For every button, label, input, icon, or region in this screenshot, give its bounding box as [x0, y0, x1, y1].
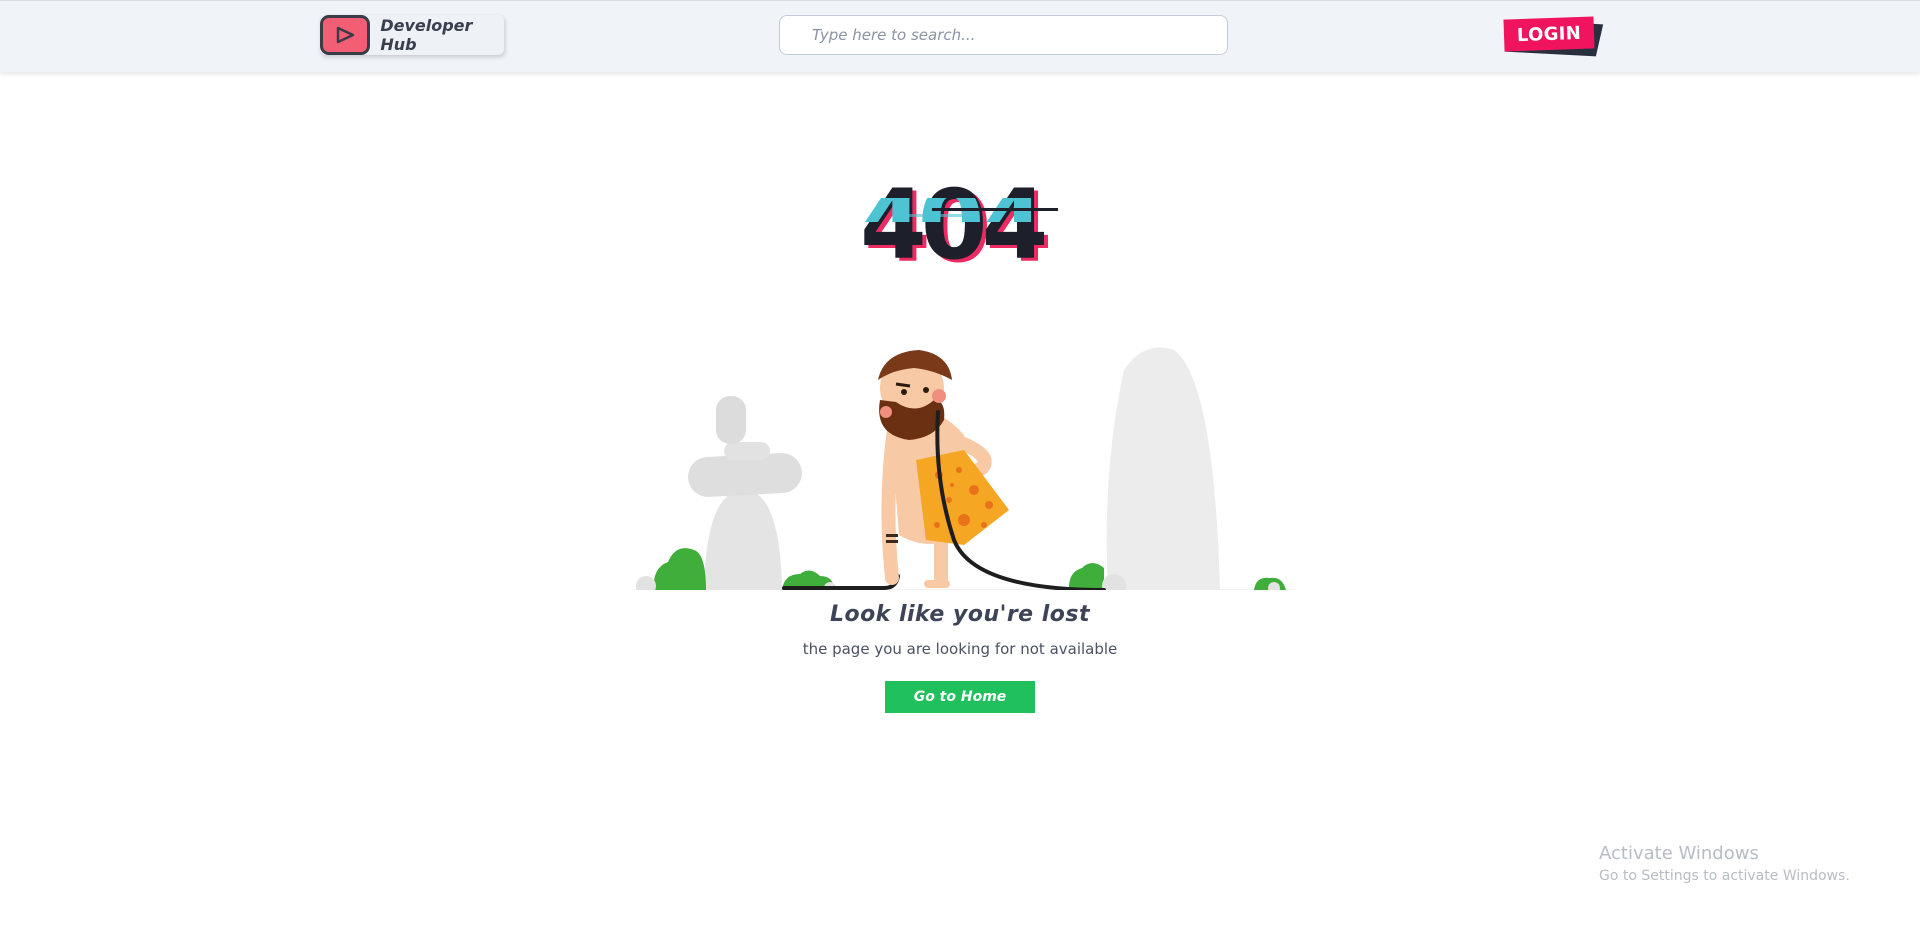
caveman-illustration [634, 347, 1294, 590]
glitch-bar [932, 208, 1058, 211]
glitch-bar [908, 214, 978, 217]
go-home-button[interactable]: Go to Home [885, 681, 1035, 713]
brand-logo-link[interactable]: Developer Hub [320, 15, 504, 55]
brand-name: Developer Hub [380, 16, 473, 54]
error-code-text: 404 [860, 169, 1048, 281]
top-navbar: Developer Hub LOGIN [0, 0, 1920, 72]
error-subtitle: the page you are looking for not availab… [802, 640, 1118, 658]
error-title: Look like you're lost [829, 602, 1091, 627]
windows-activation-title: Activate Windows [1599, 843, 1759, 864]
search-input[interactable] [779, 15, 1228, 55]
login-button[interactable]: LOGIN [1503, 16, 1604, 57]
play-icon [320, 15, 371, 55]
stacked-rocks [688, 396, 802, 590]
bush [1254, 577, 1286, 590]
bush [636, 548, 706, 590]
windows-activation-subtitle: Go to Settings to activate Windows. [1599, 868, 1850, 884]
login-button-label: LOGIN [1503, 16, 1595, 52]
tall-rock [1106, 347, 1220, 590]
caveman-figure [878, 350, 1009, 588]
error-code: 404 404 404 [857, 169, 1060, 283]
